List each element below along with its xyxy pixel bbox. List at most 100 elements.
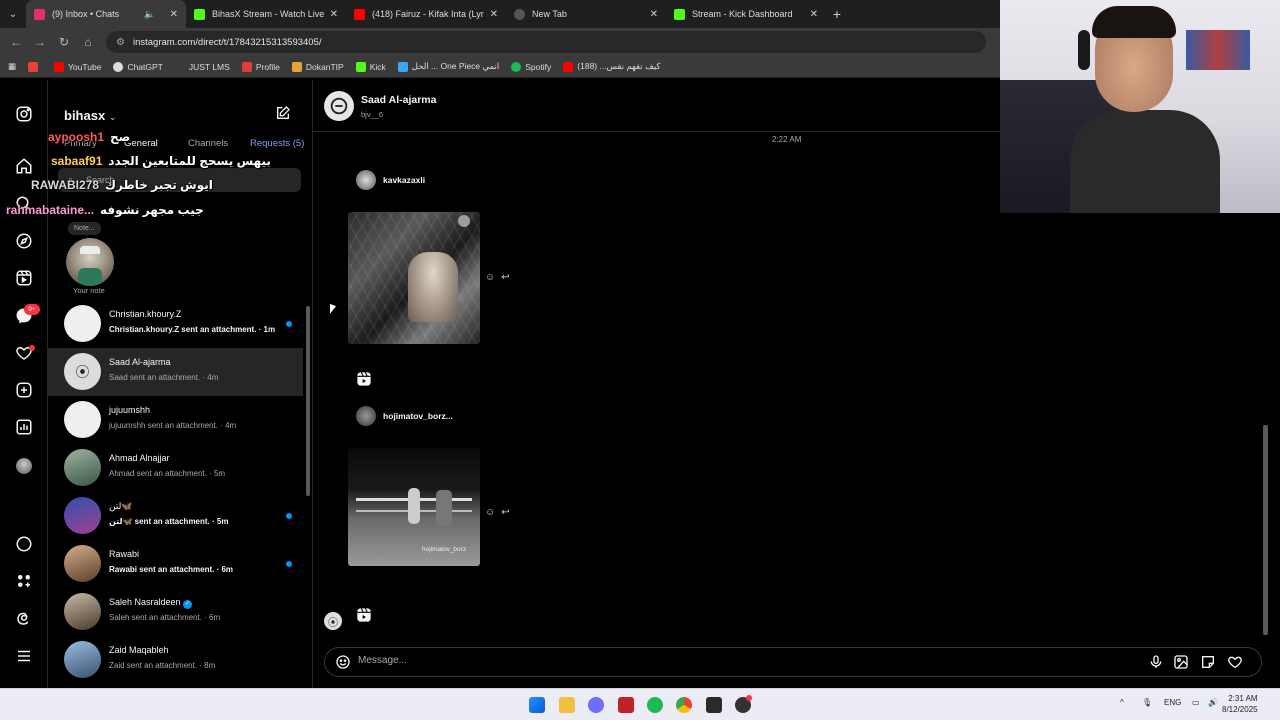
explore-icon[interactable] — [14, 231, 34, 251]
reels-icon[interactable] — [356, 371, 372, 387]
tab-requests[interactable]: Requests (5) — [250, 138, 304, 149]
close-tab-icon[interactable]: ✕ — [650, 9, 658, 20]
react-emoji-icon[interactable]: ☺ — [485, 272, 495, 283]
streaming-app-icon[interactable] — [618, 697, 634, 713]
reels-icon[interactable] — [356, 607, 372, 623]
emoji-icon[interactable] — [335, 654, 351, 670]
tab-fairuz[interactable]: (418) Fairuz - Kifak Inta (Lyric Vi ✕ — [346, 0, 506, 28]
tab-kick-dashboard[interactable]: Stream - Kick Dashboard ✕ — [666, 0, 826, 28]
thread-item[interactable]: ⦿ Saad Al-ajarma Saad sent an attachment… — [48, 348, 303, 396]
thread-item[interactable]: jujuumshh jujuumshh sent an attachment. … — [48, 396, 303, 444]
speaker-icon[interactable]: 🔈 — [144, 9, 155, 20]
site-info-icon[interactable]: ⚙ — [116, 37, 125, 48]
home-icon[interactable]: ⌂ — [76, 35, 100, 49]
contact-avatar[interactable] — [324, 91, 354, 121]
shared-post-header[interactable]: kavkazaxli — [356, 170, 425, 190]
thread-item[interactable]: لتن🦋 لتن🦋 sent an attachment. · 5m — [48, 492, 303, 540]
bookmark-one-piece[interactable]: الحل ... One Piece انمي — [397, 61, 499, 72]
threads-app-icon[interactable] — [14, 608, 34, 628]
shared-post-header[interactable]: hojimatov_borz... — [356, 406, 453, 426]
app-icon[interactable] — [706, 697, 722, 713]
discord-icon[interactable] — [588, 697, 604, 713]
shared-reel-thumbnail[interactable]: hojimatov_borz — [348, 448, 480, 566]
bookmark-youtube[interactable]: YouTube — [54, 61, 101, 72]
image-icon[interactable] — [1173, 654, 1189, 670]
taskbar-clock[interactable]: 2:31 AM 8/12/2025 — [1222, 693, 1258, 715]
tab-bihasx-stream[interactable]: BihasX Stream - Watch Live on ✕ — [186, 0, 346, 28]
tab-search-icon[interactable]: ⌄ — [0, 0, 26, 28]
bookmark-youtube-video[interactable]: كيف تفهم نفس... (188) — [563, 61, 660, 72]
tray-chevron-icon[interactable]: ^ — [1120, 698, 1124, 707]
bookmark-label: Profile — [255, 61, 280, 72]
webcam-person-hair — [1092, 6, 1176, 38]
your-note-avatar[interactable] — [66, 238, 114, 286]
overlay-chat-line: rahmabataine... جيب مجهر نشوفه — [6, 203, 204, 217]
close-tab-icon[interactable]: ✕ — [330, 9, 338, 20]
dashboard-icon[interactable] — [14, 417, 34, 437]
instagram-logo-icon[interactable] — [14, 104, 34, 124]
close-tab-icon[interactable]: ✕ — [490, 9, 498, 20]
thread-item[interactable]: Rawabi Rawabi sent an attachment. · 6m — [48, 540, 303, 588]
reels-icon[interactable] — [14, 268, 34, 288]
heart-like-icon[interactable] — [1227, 654, 1243, 670]
back-icon[interactable]: ← — [4, 35, 28, 49]
more-menu-icon[interactable] — [14, 646, 34, 666]
close-tab-icon[interactable]: ✕ — [170, 9, 178, 20]
address-bar[interactable]: ⚙ instagram.com/direct/t/178432153135934… — [106, 31, 986, 53]
reply-icon[interactable]: ↩ — [501, 507, 509, 518]
thread-item[interactable]: Zaid Maqableh Zaid sent an attachment. ·… — [48, 636, 303, 684]
also-from-meta-icon[interactable] — [14, 571, 34, 591]
home-icon[interactable] — [14, 156, 34, 176]
conversation-scrollbar[interactable] — [1263, 425, 1268, 635]
tray-volume-icon[interactable]: 🔊 — [1208, 698, 1218, 707]
react-emoji-icon[interactable]: ☺ — [485, 507, 495, 518]
tray-network-icon[interactable]: ▭ — [1192, 698, 1200, 707]
tab-channels[interactable]: Channels — [188, 138, 228, 149]
url-text: instagram.com/direct/t/17843215313593405… — [132, 36, 322, 48]
close-tab-icon[interactable]: ✕ — [810, 9, 818, 20]
forward-icon[interactable]: → — [28, 35, 52, 49]
apps-icon[interactable]: ▦ — [8, 61, 16, 72]
tab-inbox[interactable]: (9) Inbox • Chats 🔈 ✕ — [26, 0, 186, 28]
bookmark-dokantip[interactable]: DokanTIP — [291, 61, 344, 72]
profile-avatar-icon[interactable] — [14, 456, 34, 476]
compose-message-icon[interactable] — [275, 105, 291, 121]
threads-icon[interactable] — [14, 534, 34, 554]
language-indicator[interactable]: ENG — [1164, 698, 1181, 707]
reply-icon[interactable]: ↩ — [501, 272, 509, 283]
spotify-icon[interactable] — [647, 697, 663, 713]
youtube-favicon-icon — [354, 8, 365, 20]
new-tab-button[interactable]: + — [826, 6, 848, 22]
bookmark-kick[interactable]: Kick — [355, 61, 386, 72]
username-label: bihasx — [64, 108, 106, 123]
microphone-icon[interactable] — [1148, 654, 1164, 670]
reload-icon[interactable]: ↻ — [52, 35, 76, 49]
tab-new-tab[interactable]: New Tab ✕ — [506, 0, 666, 28]
thread-item[interactable]: Christian.khoury.Z Christian.khoury.Z se… — [48, 300, 303, 348]
create-icon[interactable] — [14, 380, 34, 400]
thread-item[interactable]: Saleh Nasraldeen ✓ Saleh sent an attachm… — [48, 588, 303, 636]
kick-favicon-icon — [194, 8, 205, 20]
kick-favicon-icon — [674, 8, 685, 20]
contact-name[interactable]: Saad Al-ajarma — [361, 94, 436, 106]
thread-name: jujuumshh — [109, 405, 151, 415]
webcam-overlay — [1000, 0, 1280, 213]
note-bubble[interactable]: Note... — [68, 222, 101, 235]
windows-start-icon[interactable] — [529, 697, 545, 713]
bookmark-gmail[interactable] — [28, 61, 42, 72]
bookmark-profile[interactable]: Profile — [241, 61, 280, 72]
your-note-label: Your note — [73, 286, 105, 295]
tray-mic-icon[interactable]: 🎙 — [1142, 698, 1152, 707]
file-explorer-icon[interactable] — [559, 697, 575, 713]
chrome-icon[interactable] — [676, 697, 692, 713]
account-switcher[interactable]: bihasx ⌄ — [64, 108, 116, 123]
thread-item[interactable]: Ahmad Alnajjar Ahmad sent an attachment.… — [48, 444, 303, 492]
sticker-icon[interactable] — [1200, 654, 1216, 670]
overlay-message: بيهس يسحج للمتابعين الجدد — [108, 154, 271, 168]
shared-reel-thumbnail[interactable] — [348, 212, 480, 344]
bookmark-spotify[interactable]: Spotify — [511, 61, 551, 72]
message-input[interactable] — [358, 655, 1058, 666]
bookmark-just-lms[interactable]: JUST LMS — [174, 61, 230, 72]
inbox-scrollbar[interactable] — [306, 306, 310, 496]
bookmark-chatgpt[interactable]: ChatGPT — [113, 61, 163, 72]
